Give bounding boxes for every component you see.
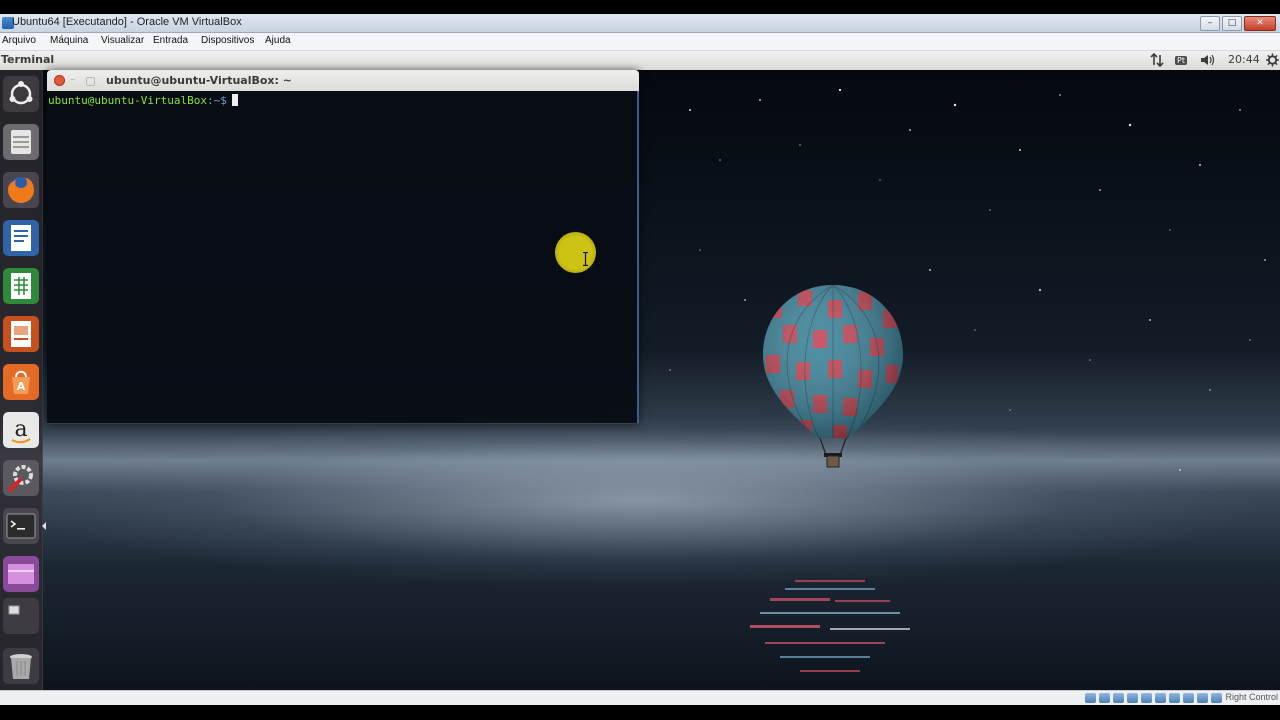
shared-folders-status-icon[interactable] xyxy=(1155,693,1166,703)
menu-ajuda[interactable]: Ajuda xyxy=(265,35,291,46)
usb-status-icon[interactable] xyxy=(1141,693,1152,703)
mouse-highlight-circle xyxy=(555,232,596,273)
display-status-icon[interactable] xyxy=(1169,693,1180,703)
close-button[interactable]: ✕ xyxy=(1244,16,1276,31)
trash-icon[interactable] xyxy=(3,648,39,684)
ubuntu-top-panel: Terminal Pt 20:44 xyxy=(0,51,1280,71)
gear-icon[interactable] xyxy=(1266,53,1279,67)
virtualbox-statusbar: Right Control xyxy=(0,690,1280,705)
audio-status-icon[interactable] xyxy=(1113,693,1124,703)
volume-icon[interactable] xyxy=(1200,53,1216,67)
optical-status-icon[interactable] xyxy=(1099,693,1110,703)
device-status-icons xyxy=(1085,693,1222,703)
terminal-minimize-button[interactable]: – xyxy=(70,75,81,86)
prompt-path: :~$ xyxy=(206,94,227,107)
capture-status-icon[interactable] xyxy=(1183,693,1194,703)
hot-air-balloon xyxy=(763,285,903,468)
keyboard-layout-indicator[interactable]: Pt xyxy=(1175,53,1187,67)
menu-maquina[interactable]: Máquina xyxy=(50,35,88,46)
libreoffice-impress-icon[interactable] xyxy=(3,316,39,352)
mouse-integration-icon[interactable] xyxy=(1197,693,1208,703)
workspaces-icon[interactable] xyxy=(3,556,39,592)
files-icon[interactable] xyxy=(3,124,39,160)
terminal-title: ubuntu@ubuntu-VirtualBox: ~ xyxy=(106,74,292,87)
virtualbox-window-icon[interactable] xyxy=(3,598,39,634)
libreoffice-writer-icon[interactable] xyxy=(3,220,39,256)
ubuntu-dash-icon[interactable] xyxy=(3,76,39,112)
active-app-indicator xyxy=(42,522,46,530)
window-controls: – □ ✕ xyxy=(1200,16,1276,31)
clock[interactable]: 20:44 xyxy=(1228,53,1260,67)
svg-text:a: a xyxy=(14,417,27,442)
menu-entrada[interactable]: Entrada xyxy=(153,35,188,46)
amazon-icon[interactable]: a xyxy=(3,412,39,448)
network-icon[interactable] xyxy=(1150,52,1164,68)
hdd-status-icon[interactable] xyxy=(1085,693,1096,703)
terminal-content[interactable]: ubuntu@ubuntu-VirtualBox:~$ xyxy=(47,91,639,423)
balloon-reflection xyxy=(750,580,910,672)
terminal-close-button[interactable] xyxy=(54,75,65,86)
ibeam-cursor-icon xyxy=(583,252,588,266)
prompt-user-host: ubuntu@ubuntu-VirtualBox xyxy=(48,94,207,107)
system-settings-icon[interactable] xyxy=(3,460,39,496)
network-status-icon[interactable] xyxy=(1127,693,1138,703)
host-key-label: Right Control xyxy=(1225,692,1278,702)
keyboard-layout-label: Pt xyxy=(1175,56,1187,65)
terminal-maximize-button[interactable] xyxy=(86,77,95,86)
active-app-title: Terminal xyxy=(1,53,55,66)
virtualbox-menubar: Arquivo Máquina Visualizar Entrada Dispo… xyxy=(0,33,1280,51)
terminal-titlebar[interactable]: – ubuntu@ubuntu-VirtualBox: ~ xyxy=(47,70,639,91)
libreoffice-calc-icon[interactable] xyxy=(3,268,39,304)
terminal-prompt: ubuntu@ubuntu-VirtualBox:~$ xyxy=(48,94,238,107)
menu-arquivo[interactable]: Arquivo xyxy=(2,35,36,46)
firefox-icon[interactable] xyxy=(3,172,39,208)
terminal-icon[interactable] xyxy=(3,508,39,544)
unity-launcher: A a xyxy=(0,70,46,690)
minimize-button[interactable]: – xyxy=(1200,16,1220,31)
terminal-window[interactable]: – ubuntu@ubuntu-VirtualBox: ~ ubuntu@ubu… xyxy=(47,70,639,424)
menu-visualizar[interactable]: Visualizar xyxy=(101,35,144,46)
maximize-button[interactable]: □ xyxy=(1222,16,1242,31)
keyboard-capture-icon[interactable] xyxy=(1211,693,1222,703)
virtualbox-window-title: Ubuntu64 [Executando] - Oracle VM Virtua… xyxy=(12,16,242,28)
text-cursor xyxy=(231,94,238,106)
software-center-icon[interactable]: A xyxy=(3,364,39,400)
menu-dispositivos[interactable]: Dispositivos xyxy=(201,35,254,46)
svg-text:A: A xyxy=(17,380,26,393)
virtualbox-titlebar: Ubuntu64 [Executando] - Oracle VM Virtua… xyxy=(0,14,1280,33)
